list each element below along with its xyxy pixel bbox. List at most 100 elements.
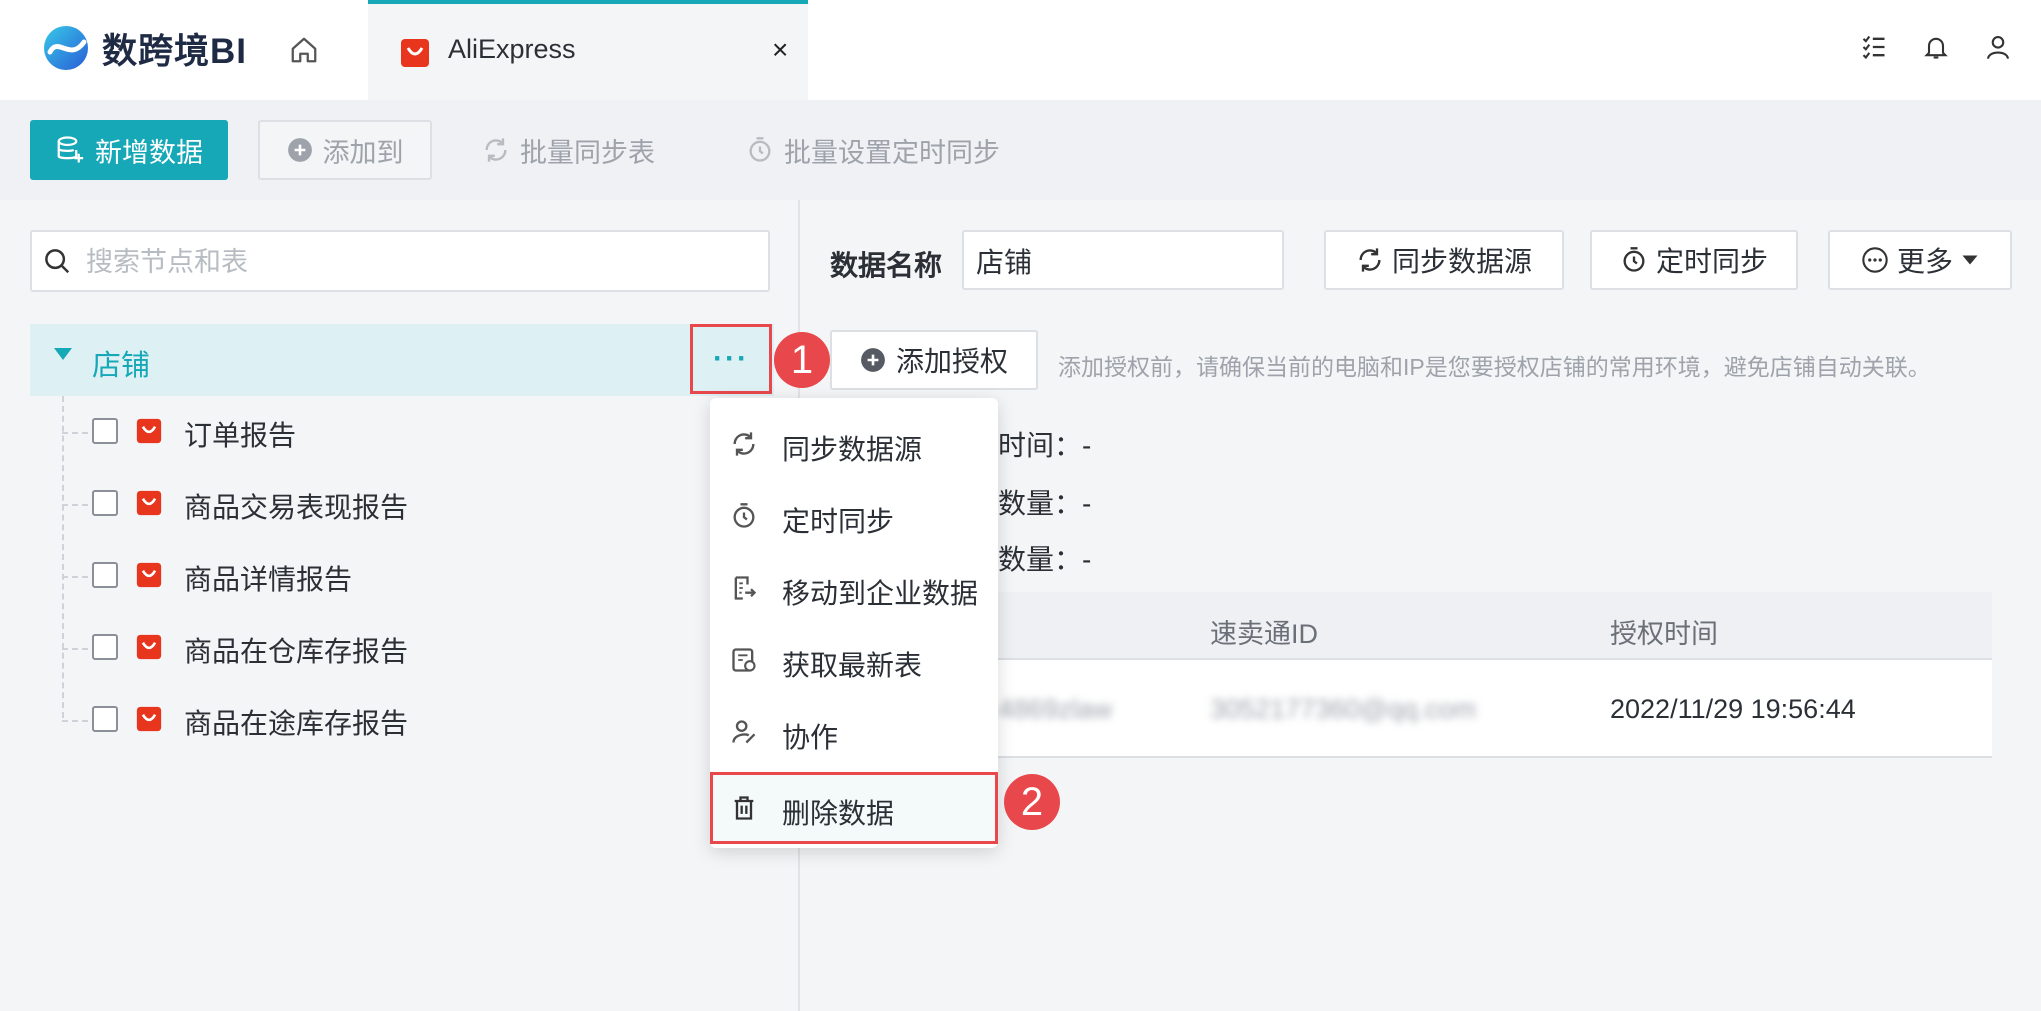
tree-item[interactable]: 商品交易表现报告	[62, 468, 702, 540]
checkbox[interactable]	[92, 418, 118, 444]
home-icon	[291, 37, 317, 63]
search-input[interactable]	[84, 242, 758, 282]
authorization-note: 添加授权前，请确保当前的电脑和IP是您要授权店铺的常用环境，避免店铺自动关联。	[1058, 354, 1931, 380]
logo-icon	[44, 26, 88, 70]
aliexpress-icon	[136, 418, 162, 444]
tree-item[interactable]: 商品详情报告	[62, 540, 702, 612]
tree-root-store[interactable]: 店铺	[30, 324, 774, 396]
menu-item-label: 定时同步	[782, 506, 895, 537]
stat-count-2: 数量：-	[998, 544, 1092, 575]
new-data-label: 新增数据	[95, 137, 203, 168]
data-name-field[interactable]	[962, 230, 1284, 290]
tree-branch	[62, 504, 88, 506]
menu-item-fetch-latest-table[interactable]: 获取最新表	[710, 624, 998, 696]
batch-schedule-label: 批量设置定时同步	[784, 137, 1000, 168]
checkbox[interactable]	[92, 562, 118, 588]
data-name-label: 数据名称	[830, 250, 943, 281]
tree-item[interactable]: 商品在途库存报告	[62, 684, 702, 756]
menu-item-label: 同步数据源	[782, 434, 923, 465]
tree-item-label: 商品交易表现报告	[184, 492, 409, 523]
tree-item-label: 商品在途库存报告	[184, 708, 409, 739]
scheduled-sync-label: 定时同步	[1655, 246, 1768, 277]
more-dropdown-button[interactable]: 更多	[1828, 230, 2012, 290]
data-name-input[interactable]	[974, 242, 1268, 280]
task-list-icon[interactable]	[1857, 30, 1891, 64]
batch-schedule-button[interactable]: 批量设置定时同步	[746, 120, 1000, 180]
database-add-icon	[57, 136, 84, 163]
menu-item-label: 移动到企业数据	[782, 578, 979, 609]
column-header-auth-time: 授权时间	[1610, 619, 1718, 649]
checkbox[interactable]	[92, 490, 118, 516]
tree-branch	[62, 720, 88, 722]
home-button[interactable]	[284, 30, 324, 70]
search-box[interactable]	[30, 230, 770, 292]
aliexpress-icon	[136, 490, 162, 516]
timer-icon	[749, 137, 771, 162]
tree-branch	[62, 648, 88, 650]
timer-icon	[1623, 247, 1645, 272]
app-name: 数跨境BI	[102, 31, 248, 71]
aliexpress-id-cell: 3052177360@qq.com	[1210, 694, 1477, 724]
add-authorization-label: 添加授权	[895, 346, 1008, 377]
table-header: 速卖通ID 授权时间	[830, 592, 1992, 660]
tab-aliexpress[interactable]: AliExpress ×	[368, 0, 808, 100]
user-icon[interactable]	[1981, 30, 2015, 64]
caret-down-icon	[1962, 255, 1978, 265]
batch-sync-label: 批量同步表	[520, 137, 655, 168]
plus-circle-icon	[287, 138, 312, 162]
stat-count-1: 数量：-	[998, 488, 1092, 519]
more-label: 更多	[1896, 246, 1953, 277]
caret-down-icon[interactable]	[54, 348, 72, 360]
sync-source-label: 同步数据源	[1391, 246, 1532, 277]
menu-item-label: 获取最新表	[782, 650, 923, 681]
collab-icon	[732, 720, 756, 744]
tree-item[interactable]: 商品在仓库存报告	[62, 612, 702, 684]
authorization-table: 速卖通ID 授权时间 4869zlaw 3052177360@qq.com 20…	[830, 592, 1992, 758]
app-logo[interactable]: 数跨境BI	[40, 22, 247, 74]
checkbox[interactable]	[92, 634, 118, 660]
add-to-button[interactable]: 添加到	[258, 120, 432, 180]
store-account-cell: 4869zlaw	[998, 694, 1113, 724]
more-circle-icon	[1862, 247, 1888, 273]
timer-icon	[733, 503, 755, 528]
new-data-button[interactable]: 新增数据	[30, 120, 228, 180]
batch-sync-button[interactable]: 批量同步表	[482, 120, 655, 180]
menu-item-scheduled-sync[interactable]: 定时同步	[710, 480, 998, 552]
menu-item-move-to-enterprise[interactable]: 移动到企业数据	[710, 552, 998, 624]
bell-icon[interactable]	[1919, 30, 1953, 64]
menu-item-sync-source[interactable]: 同步数据源	[710, 408, 998, 480]
menu-item-collaborate[interactable]: 协作	[710, 696, 998, 768]
column-header-aliexpress-id: 速卖通ID	[1210, 619, 1318, 649]
tree-item-label: 商品详情报告	[184, 564, 353, 595]
aliexpress-icon	[136, 634, 162, 660]
more-actions-button[interactable]: ···	[690, 324, 772, 394]
table-bottom-border	[830, 756, 1992, 758]
tree-item[interactable]: 订单报告	[62, 396, 702, 468]
tree-root-label: 店铺	[92, 350, 151, 382]
auth-time-cell: 2022/11/29 19:56:44	[1610, 694, 1856, 724]
refresh-table-icon	[732, 648, 756, 672]
aliexpress-icon	[136, 706, 162, 732]
aliexpress-icon	[136, 562, 162, 588]
scheduled-sync-button[interactable]: 定时同步	[1590, 230, 1798, 290]
tree-branch	[62, 576, 88, 578]
sync-icon	[1359, 248, 1381, 272]
tree-branch	[62, 432, 88, 434]
add-authorization-button[interactable]: 添加授权	[830, 330, 1038, 390]
step-marker-1: 1	[774, 332, 830, 388]
sync-source-button[interactable]: 同步数据源	[1324, 230, 1564, 290]
menu-item-label: 删除数据	[782, 798, 895, 829]
search-icon	[45, 249, 70, 274]
plus-circle-icon	[861, 348, 885, 372]
checkbox[interactable]	[92, 706, 118, 732]
aliexpress-icon	[401, 39, 429, 67]
sync-icon	[733, 432, 755, 456]
tab-close-button[interactable]: ×	[772, 34, 788, 66]
menu-item-delete-data[interactable]: 删除数据	[710, 772, 998, 844]
add-to-label: 添加到	[322, 137, 404, 168]
top-right-actions	[1857, 30, 2041, 64]
trash-icon	[734, 796, 754, 820]
tab-title: AliExpress	[448, 34, 576, 64]
tree-item-label: 商品在仓库存报告	[184, 636, 409, 667]
stat-time: 时间：-	[998, 430, 1092, 461]
